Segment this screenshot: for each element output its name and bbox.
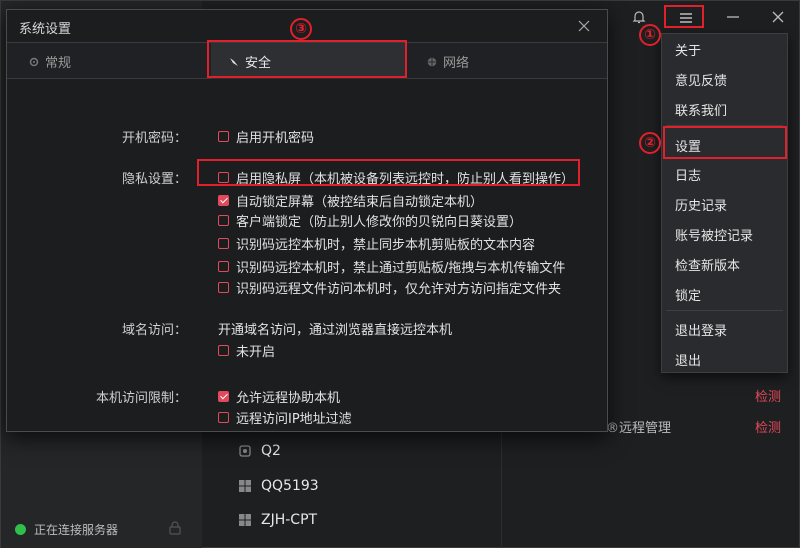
checkbox-label: 识别码远控本机时，禁止同步本机剪贴板的文本内容	[236, 238, 536, 253]
allow-remote-assist-checkbox[interactable]: 允许远程协助本机	[218, 387, 340, 406]
annotation-box-security-tab	[207, 40, 407, 78]
menu-item-contact[interactable]: 联系我们	[675, 100, 727, 119]
checkbox-label: 未开启	[236, 345, 276, 360]
domain-access-label: 域名访问：	[121, 323, 187, 338]
status-text: 正在连接服务器	[34, 523, 119, 537]
remote-management-label: ®远程管理	[606, 421, 672, 436]
windows-icon	[239, 514, 251, 526]
annotation-number-3: ③	[290, 18, 312, 40]
bell-icon[interactable]	[631, 9, 647, 25]
gear-icon	[29, 56, 39, 67]
connection-status: 正在连接服务器	[15, 521, 118, 538]
tab-network[interactable]: 网络	[427, 43, 469, 79]
block-clipboard-text-checkbox[interactable]: 识别码远控本机时，禁止同步本机剪贴板的文本内容	[218, 234, 535, 253]
checkbox-label: 识别码远控本机时，禁止通过剪贴板/拖拽与本机传输文件	[236, 261, 566, 276]
power-password-checkbox[interactable]: 启用开机密码	[218, 127, 314, 146]
access-limit-label: 本机访问限制：	[95, 391, 187, 406]
close-icon[interactable]	[576, 18, 592, 34]
auto-lock-checkbox[interactable]: 自动锁定屏幕（被控结束后自动锁定本机）	[218, 191, 483, 210]
menu-item-lock[interactable]: 锁定	[675, 285, 701, 304]
device-name: QQ5193	[261, 478, 319, 494]
checkbox-label: 客户端锁定（防止别人修改你的贝锐向日葵设置）	[236, 215, 523, 230]
close-icon[interactable]	[770, 9, 786, 25]
detect-link[interactable]: 检测	[755, 386, 781, 405]
block-file-transfer-checkbox[interactable]: 识别码远控本机时，禁止通过剪贴板/拖拽与本机传输文件	[218, 257, 565, 276]
device-icon	[239, 445, 251, 457]
checkbox[interactable]	[218, 195, 229, 206]
checkbox-label: 自动锁定屏幕（被控结束后自动锁定本机）	[236, 195, 484, 210]
checkbox-label: 识别码远程文件访问本机时，仅允许对方访问指定文件夹	[236, 282, 562, 297]
menu-item-about[interactable]: 关于	[675, 40, 701, 59]
checkbox[interactable]	[218, 412, 229, 423]
domain-access-checkbox[interactable]: 未开启	[218, 341, 275, 360]
device-item[interactable]: ZJH-CPT	[239, 512, 317, 528]
status-dot-icon	[15, 524, 26, 535]
checkbox-label: 启用开机密码	[236, 131, 315, 146]
menu-item-log[interactable]: 日志	[675, 165, 701, 184]
annotation-box-privacy-screen	[197, 159, 580, 186]
windows-icon	[239, 480, 251, 492]
checkbox[interactable]	[218, 391, 229, 402]
menu-item-feedback[interactable]: 意见反馈	[675, 70, 727, 89]
checkbox[interactable]	[218, 261, 229, 272]
power-password-label: 开机密码：	[121, 131, 187, 146]
lock-icon[interactable]	[168, 521, 182, 535]
menu-item-check-update[interactable]: 检查新版本	[675, 255, 740, 274]
tab-label: 常规	[45, 55, 72, 71]
divider	[501, 431, 502, 548]
ip-filter-checkbox[interactable]: 远程访问IP地址过滤	[218, 408, 352, 427]
device-name: ZJH-CPT	[261, 512, 318, 528]
menu-item-exit[interactable]: 退出	[675, 350, 701, 369]
client-lock-checkbox[interactable]: 客户端锁定（防止别人修改你的贝锐向日葵设置）	[218, 211, 522, 230]
annotation-box-settings	[663, 126, 787, 159]
device-item[interactable]: QQ5193	[239, 478, 319, 494]
minimize-icon[interactable]	[725, 9, 741, 25]
checkbox[interactable]	[218, 282, 229, 293]
annotation-number-1: ①	[639, 24, 661, 46]
device-name: Q2	[261, 443, 281, 459]
menu-item-logout[interactable]: 退出登录	[675, 320, 727, 339]
menu-item-account-control-log[interactable]: 账号被控记录	[675, 225, 753, 244]
annotation-box-menu	[664, 5, 704, 28]
checkbox[interactable]	[218, 131, 229, 142]
tab-label: 网络	[443, 55, 470, 71]
menu-item-history[interactable]: 历史记录	[675, 195, 727, 214]
checkbox-label: 允许远程协助本机	[236, 391, 341, 406]
checkbox[interactable]	[218, 238, 229, 249]
dialog-title: 系统设置	[19, 22, 72, 37]
checkbox[interactable]	[218, 215, 229, 226]
checkbox[interactable]	[218, 345, 229, 356]
detect-link[interactable]: 检测	[755, 417, 781, 436]
restrict-folder-access-checkbox[interactable]: 识别码远程文件访问本机时，仅允许对方访问指定文件夹	[218, 278, 561, 297]
tab-general[interactable]: 常规	[29, 43, 71, 79]
main-menu-dropdown: 关于 意见反馈 联系我们 设置 日志 历史记录 账号被控记录 检查新版本 锁定 …	[661, 33, 788, 373]
menu-separator	[666, 310, 783, 311]
annotation-number-2: ②	[639, 132, 661, 154]
checkbox-label: 远程访问IP地址过滤	[236, 412, 352, 427]
domain-access-description: 开通域名访问，通过浏览器直接远控本机	[218, 323, 453, 338]
device-item[interactable]: Q2	[239, 443, 281, 459]
globe-icon	[427, 56, 437, 67]
privacy-label: 隐私设置：	[121, 172, 187, 187]
